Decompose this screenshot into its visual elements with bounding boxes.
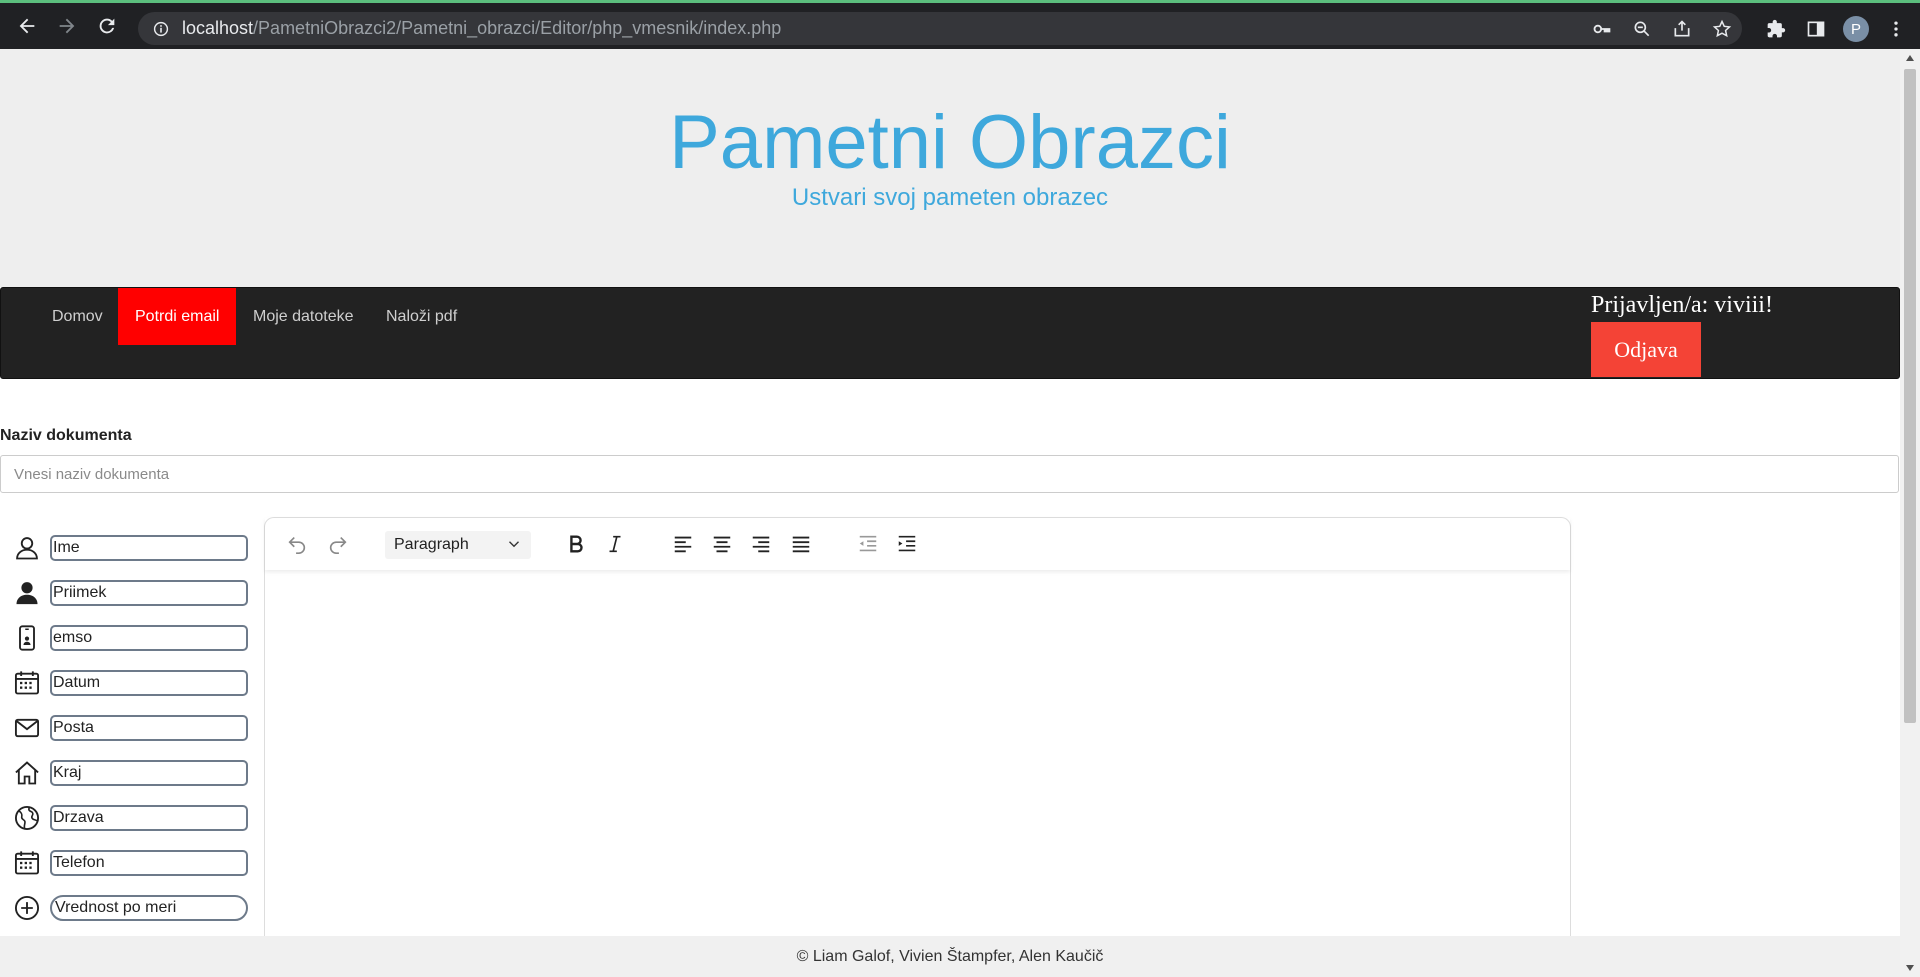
- address-bar[interactable]: localhost/PametniObrazci2/Pametni_obrazc…: [138, 12, 1742, 45]
- field-row-priimek: [12, 578, 248, 608]
- field-row-posta: [12, 713, 248, 743]
- field-drzava-input[interactable]: [50, 805, 248, 831]
- logged-in-user-text: Prijavljen/a: viviii!: [1591, 292, 1773, 318]
- profile-button[interactable]: P: [1836, 9, 1876, 49]
- justify-icon: [792, 536, 810, 553]
- field-custom-value-input[interactable]: [50, 895, 248, 921]
- profile-avatar: P: [1843, 16, 1869, 42]
- back-button[interactable]: [10, 9, 44, 43]
- url-host: localhost: [182, 18, 254, 38]
- site-header: Pametni Obrazci Ustvari svoj pameten obr…: [0, 49, 1900, 287]
- menu-kebab-icon[interactable]: [1876, 9, 1916, 49]
- nav-item-moje-datoteke[interactable]: Moje datoteke: [236, 288, 371, 345]
- forward-arrow-icon: [59, 18, 75, 34]
- undo-button[interactable]: [284, 531, 310, 557]
- bookmark-star-icon[interactable]: [1702, 12, 1742, 45]
- indent-icon: [898, 535, 916, 552]
- bold-icon: [570, 535, 583, 553]
- redo-icon: [329, 536, 347, 554]
- nav-item-domov[interactable]: Domov: [35, 288, 120, 345]
- bold-button[interactable]: [563, 531, 589, 557]
- person-outline-icon: [12, 533, 42, 563]
- person-filled-icon: [12, 578, 42, 608]
- paragraph-format-dropdown[interactable]: Paragraph: [385, 531, 531, 559]
- url-path: /PametniObrazci2/Pametni_obrazci/Editor/…: [253, 18, 782, 38]
- field-kraj-input[interactable]: [50, 760, 248, 786]
- main-navbar: Domov Potrdi email Moje datoteke Naloži …: [0, 287, 1900, 379]
- site-footer: © Liam Galof, Vivien Štampfer, Alen Kauč…: [0, 936, 1900, 977]
- document-name-input[interactable]: [0, 455, 1899, 493]
- house-icon: [12, 758, 42, 788]
- field-priimek-input[interactable]: [50, 580, 248, 606]
- scroll-down-arrow-icon[interactable]: [1905, 963, 1915, 973]
- chevron-down-icon: [505, 535, 523, 558]
- browser-toolbar: localhost/PametniObrazci2/Pametni_obrazc…: [0, 0, 1920, 49]
- undo-icon: [288, 536, 306, 554]
- reload-icon: [99, 18, 115, 34]
- field-row-telefon: [12, 848, 248, 878]
- field-datum-input[interactable]: [50, 670, 248, 696]
- plus-circle-icon[interactable]: [12, 893, 42, 923]
- extensions-puzzle-icon[interactable]: [1756, 9, 1796, 49]
- back-arrow-icon: [19, 18, 35, 34]
- field-ime-input[interactable]: [50, 535, 248, 561]
- align-right-icon: [752, 536, 770, 553]
- site-title: Pametni Obrazci: [669, 100, 1231, 185]
- scroll-up-arrow-icon[interactable]: [1905, 53, 1915, 63]
- calendar-icon: [12, 848, 42, 878]
- forward-button[interactable]: [50, 9, 84, 43]
- field-row-drzava: [12, 803, 248, 833]
- key-icon[interactable]: [1582, 12, 1622, 45]
- field-row-emso: [12, 623, 248, 653]
- nav-item-nalozi-pdf[interactable]: Naloži pdf: [369, 288, 474, 345]
- outdent-button[interactable]: [855, 531, 881, 557]
- page-content: Pametni Obrazci Ustvari svoj pameten obr…: [0, 49, 1900, 977]
- field-row-kraj: [12, 758, 248, 788]
- rich-text-editor: Paragraph: [264, 517, 1571, 977]
- italic-button[interactable]: [602, 531, 628, 557]
- site-subtitle: Ustvari svoj pameten obrazec: [791, 184, 1109, 211]
- field-emso-input[interactable]: [50, 625, 248, 651]
- editor-toolbar: Paragraph: [265, 518, 1570, 570]
- url-text: localhost/PametniObrazci2/Pametni_obrazc…: [182, 18, 781, 39]
- align-right-button[interactable]: [748, 531, 774, 557]
- redo-button[interactable]: [325, 531, 351, 557]
- align-left-icon: [674, 536, 692, 553]
- field-row-datum: [12, 668, 248, 698]
- document-name-label: Naziv dokumenta: [0, 427, 132, 444]
- reload-button[interactable]: [90, 9, 124, 43]
- nav-item-potrdi-email[interactable]: Potrdi email: [118, 288, 237, 345]
- field-telefon-input[interactable]: [50, 850, 248, 876]
- envelope-icon: [12, 713, 42, 743]
- field-posta-input[interactable]: [50, 715, 248, 741]
- align-left-button[interactable]: [670, 531, 696, 557]
- scrollbar-thumb[interactable]: [1904, 69, 1916, 723]
- indent-button[interactable]: [894, 531, 920, 557]
- site-info-icon[interactable]: [150, 18, 172, 40]
- paragraph-format-value: Paragraph: [394, 536, 469, 553]
- outdent-icon: [859, 535, 877, 552]
- side-panel-icon[interactable]: [1796, 9, 1836, 49]
- zoom-out-icon[interactable]: [1622, 12, 1662, 45]
- field-row-ime: [12, 533, 248, 563]
- logout-button[interactable]: Odjava: [1591, 322, 1701, 377]
- globe-icon: [12, 803, 42, 833]
- align-center-icon: [713, 536, 731, 553]
- calendar-icon: [12, 668, 42, 698]
- share-icon[interactable]: [1662, 12, 1702, 45]
- italic-icon: [609, 535, 621, 553]
- phone-id-icon: [12, 623, 42, 653]
- align-center-button[interactable]: [709, 531, 735, 557]
- justify-button[interactable]: [788, 531, 814, 557]
- editor-content-area[interactable]: [265, 572, 1570, 977]
- page-scrollbar[interactable]: [1900, 49, 1920, 977]
- field-row-custom: [12, 893, 248, 923]
